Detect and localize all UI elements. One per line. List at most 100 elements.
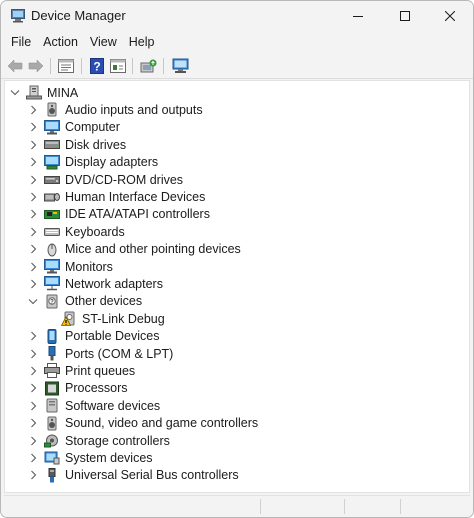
- device-manager-app-icon: [11, 9, 25, 23]
- chevron-right-icon[interactable]: [27, 191, 39, 203]
- chevron-right-icon[interactable]: [27, 382, 39, 394]
- maximize-button[interactable]: [382, 1, 428, 31]
- device-tree-label: Keyboards: [65, 224, 125, 239]
- close-icon: [445, 11, 455, 21]
- device-tree-label: Mice and other pointing devices: [65, 242, 241, 257]
- mouse-icon: [44, 242, 60, 257]
- tree-category-item[interactable]: Software devices: [27, 397, 160, 414]
- device-tree-label: Software devices: [65, 398, 161, 413]
- device-tree-label: Processors: [65, 381, 128, 396]
- device-tree-label: System devices: [65, 450, 153, 465]
- speaker-icon: [44, 102, 60, 117]
- chevron-right-icon[interactable]: [27, 469, 39, 481]
- tree-category-item[interactable]: Sound, video and game controllers: [27, 415, 258, 432]
- device-tree-label: ST-Link Debug: [82, 311, 165, 326]
- update-driver-button[interactable]: [139, 57, 157, 75]
- tree-category-item[interactable]: Computer: [27, 119, 120, 136]
- close-button[interactable]: [427, 1, 473, 31]
- tree-category-item[interactable]: IDE ATA/ATAPI controllers: [27, 206, 210, 223]
- status-bar: [4, 495, 470, 516]
- chevron-right-icon[interactable]: [27, 348, 39, 360]
- tree-category-item[interactable]: ? Other devices: [27, 293, 142, 310]
- chevron-down-icon[interactable]: [27, 295, 39, 307]
- chevron-right-icon[interactable]: [27, 365, 39, 377]
- tree-category-item[interactable]: Storage controllers: [27, 432, 170, 449]
- menu-bar: File Action View Help: [1, 31, 473, 53]
- chevron-down-icon[interactable]: [9, 87, 21, 99]
- dvd-drive-icon: [44, 172, 60, 187]
- status-separator: [260, 499, 261, 514]
- tree-category-item[interactable]: Monitors: [27, 258, 113, 275]
- chevron-right-icon[interactable]: [27, 156, 39, 168]
- device-tree-label: Storage controllers: [65, 433, 170, 448]
- menu-help[interactable]: Help: [123, 33, 161, 51]
- tree-category-item[interactable]: Mice and other pointing devices: [27, 241, 241, 258]
- help-button[interactable]: ?: [88, 57, 106, 75]
- forward-arrow-icon: [28, 59, 44, 73]
- device-tree-label: Universal Serial Bus controllers: [65, 468, 239, 483]
- chevron-right-icon[interactable]: [27, 435, 39, 447]
- tree-category-item[interactable]: Portable Devices: [27, 328, 160, 345]
- minimize-button[interactable]: [335, 1, 381, 31]
- chevron-right-icon[interactable]: [27, 104, 39, 116]
- chevron-right-icon[interactable]: [27, 261, 39, 273]
- tree-device-item[interactable]: ST-Link Debug: [61, 310, 165, 327]
- chevron-right-icon[interactable]: [27, 174, 39, 186]
- menu-action[interactable]: Action: [37, 33, 84, 51]
- status-separator: [400, 499, 401, 514]
- processor-icon: [44, 381, 60, 396]
- device-tree-label: Human Interface Devices: [65, 189, 206, 204]
- tree-category-item[interactable]: Print queues: [27, 362, 135, 379]
- chevron-right-icon[interactable]: [27, 121, 39, 133]
- chevron-right-icon[interactable]: [27, 208, 39, 220]
- chevron-right-icon[interactable]: [27, 417, 39, 429]
- warning-device-icon: [61, 311, 77, 327]
- chevron-right-icon[interactable]: [27, 330, 39, 342]
- tree-category-item[interactable]: Disk drives: [27, 136, 126, 153]
- show-hidden-icon: [110, 59, 126, 73]
- show-hidden-button[interactable]: [109, 57, 127, 75]
- hid-icon: [44, 189, 60, 204]
- chevron-right-icon[interactable]: [27, 400, 39, 412]
- back-arrow-icon: [7, 59, 23, 73]
- device-tree-label: MINA: [47, 85, 79, 100]
- tree-category-item[interactable]: DVD/CD-ROM drives: [27, 171, 183, 188]
- forward-button[interactable]: [27, 57, 45, 75]
- device-tree-pane[interactable]: MINA Audio inputs and outputs Computer Disk…: [4, 80, 470, 493]
- computer-root-icon: [26, 85, 42, 100]
- device-tree-label: DVD/CD-ROM drives: [65, 172, 184, 187]
- toolbar-separator: [132, 58, 133, 74]
- svg-text:?: ?: [93, 60, 100, 74]
- device-tree-label: Display adapters: [65, 155, 159, 170]
- chevron-right-icon[interactable]: [27, 452, 39, 464]
- other-device-icon: ?: [44, 294, 60, 309]
- device-tree-label: Disk drives: [65, 137, 127, 152]
- properties-button[interactable]: [57, 57, 75, 75]
- device-tree-label: Print queues: [65, 363, 136, 378]
- title-bar[interactable]: Device Manager: [1, 1, 473, 31]
- tree-category-item[interactable]: Display adapters: [27, 154, 158, 171]
- scan-hardware-button[interactable]: [171, 57, 189, 75]
- tree-category-item[interactable]: System devices: [27, 449, 153, 466]
- tree-category-item[interactable]: Human Interface Devices: [27, 188, 205, 205]
- tree-category-item[interactable]: Processors: [27, 380, 128, 397]
- tree-category-item[interactable]: Network adapters: [27, 275, 163, 292]
- tree-category-item[interactable]: Audio inputs and outputs: [27, 101, 203, 118]
- chevron-right-icon[interactable]: [27, 243, 39, 255]
- port-icon: [44, 346, 60, 361]
- chevron-right-icon[interactable]: [27, 139, 39, 151]
- monitor-icon: [44, 259, 60, 274]
- menu-view[interactable]: View: [84, 33, 123, 51]
- chevron-right-icon[interactable]: [27, 226, 39, 238]
- chevron-right-icon[interactable]: [27, 278, 39, 290]
- portable-device-icon: [44, 328, 60, 344]
- network-adapter-icon: [44, 276, 60, 291]
- menu-file[interactable]: File: [5, 33, 37, 51]
- tree-root-computer[interactable]: MINA: [9, 84, 78, 101]
- device-manager-window: Device Manager File Action View Help ? M…: [0, 0, 474, 518]
- tree-category-item[interactable]: Universal Serial Bus controllers: [27, 467, 239, 484]
- tree-category-item[interactable]: Keyboards: [27, 223, 125, 240]
- tree-category-item[interactable]: Ports (COM & LPT): [27, 345, 173, 362]
- minimize-icon: [353, 16, 363, 17]
- back-button[interactable]: [6, 57, 24, 75]
